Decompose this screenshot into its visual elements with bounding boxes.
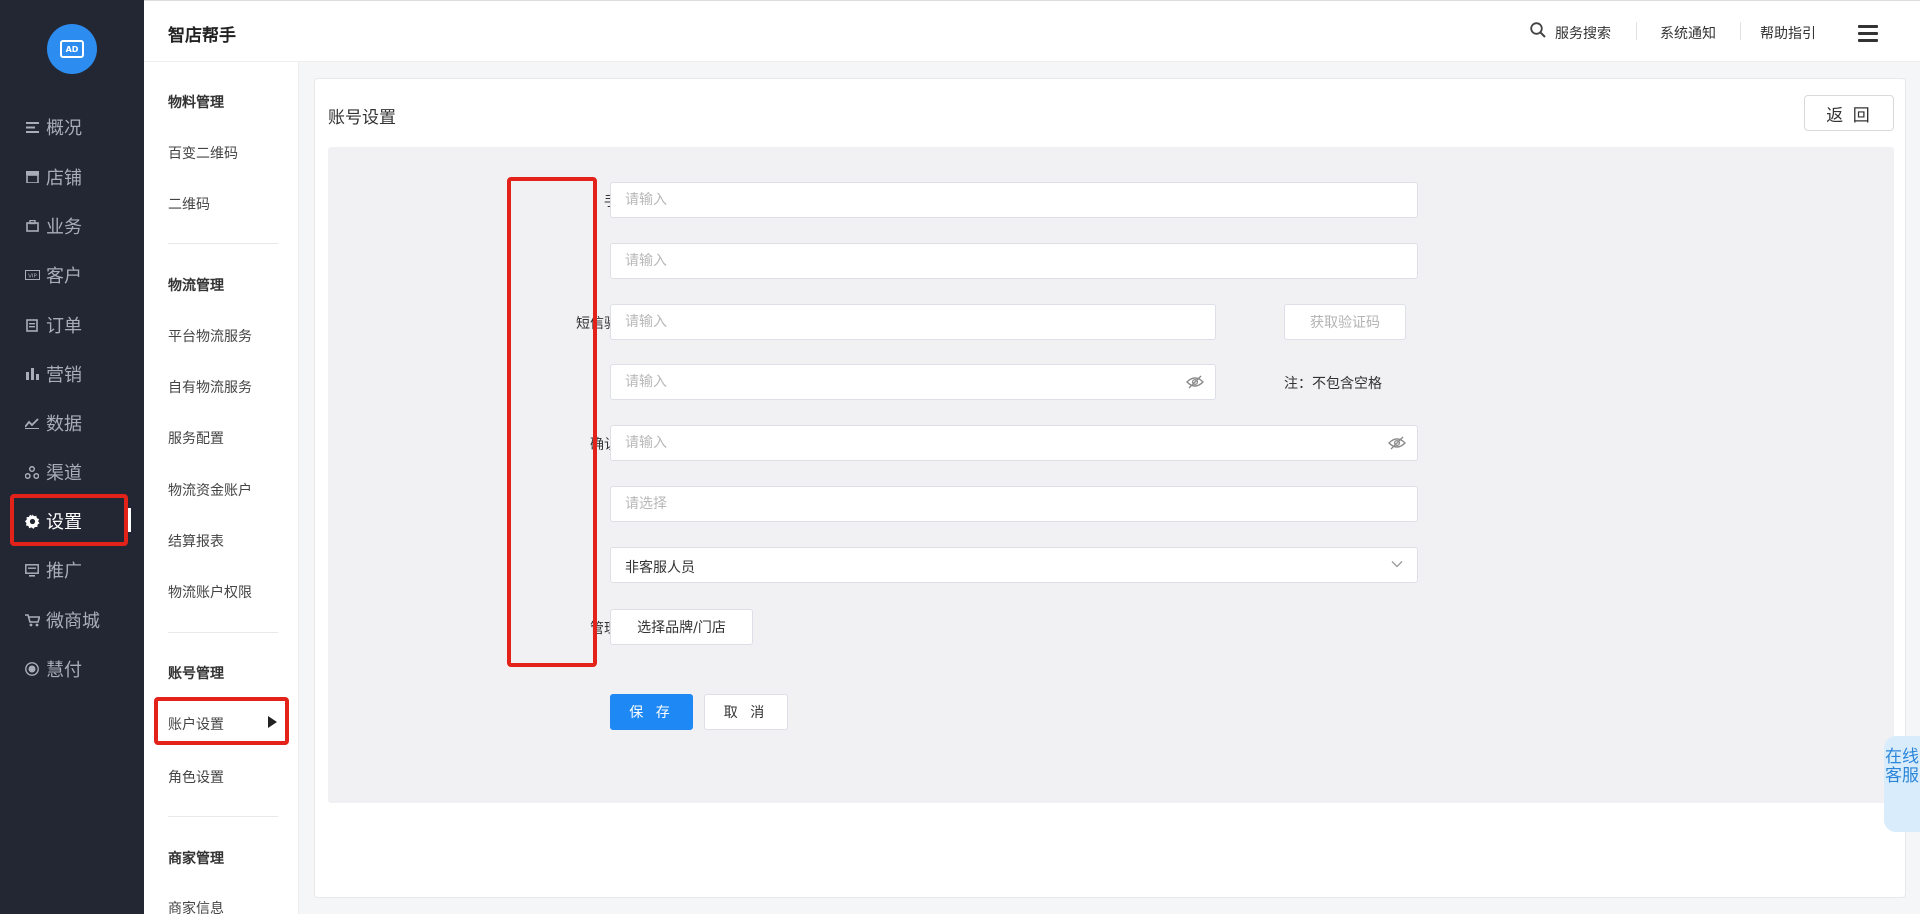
get-code-button[interactable]: 获取验证码 xyxy=(1284,304,1406,340)
system-notice-link[interactable]: 系统通知 xyxy=(1660,23,1716,43)
svg-text:VIP: VIP xyxy=(28,274,37,280)
online-service-tab[interactable]: 在线客服 xyxy=(1884,736,1920,832)
sidebar-item-label: 营销 xyxy=(46,365,82,386)
subnav-group-title: 商家管理 xyxy=(168,851,224,867)
phone-input[interactable] xyxy=(610,182,1418,218)
subnav-item-variable-qrcode[interactable]: 百变二维码 xyxy=(168,143,238,163)
cart-icon xyxy=(24,612,40,628)
subnav-divider xyxy=(168,243,278,244)
bar-chart-icon xyxy=(24,366,40,382)
sidebar-item-data[interactable]: 数据 xyxy=(24,408,82,438)
sidebar-item-customer[interactable]: VIP 客户 xyxy=(24,260,82,290)
subnav-item-merchant-info[interactable]: 商家信息 xyxy=(168,898,224,914)
sidebar-item-business[interactable]: 业务 xyxy=(24,211,82,241)
sidebar-item-mall[interactable]: 微商城 xyxy=(24,605,100,635)
sidebar-item-label: 订单 xyxy=(46,316,82,337)
logo-text: AD xyxy=(65,44,79,54)
subnav-item-platform-logistics[interactable]: 平台物流服务 xyxy=(168,326,252,346)
sidebar-item-label: 店铺 xyxy=(46,168,82,189)
sidebar-item-channel[interactable]: 渠道 xyxy=(24,457,82,487)
header-divider xyxy=(1636,22,1637,40)
customer-service-select[interactable] xyxy=(610,547,1418,583)
subnav-group-title: 物流管理 xyxy=(168,278,224,294)
sidebar-item-label: 客户 xyxy=(46,266,82,287)
briefcase-icon xyxy=(24,218,40,234)
subnav-item-role-settings[interactable]: 角色设置 xyxy=(168,767,224,787)
channel-icon xyxy=(24,464,40,480)
sidebar-item-label: 微商城 xyxy=(46,611,100,632)
subnav-item-account-settings[interactable]: 账户设置 xyxy=(168,714,224,734)
help-guide-link[interactable]: 帮助指引 xyxy=(1760,23,1816,43)
sidebar-item-settings[interactable]: 设置 xyxy=(24,506,82,536)
hamburger-menu-icon[interactable] xyxy=(1858,25,1878,43)
sidebar-item-pay[interactable]: 慧付 xyxy=(24,654,82,684)
content-panel: 账号设置 返 回 手机号 姓名 短信验证码 获取验证码 密码 注：不包含空格 确… xyxy=(314,78,1906,898)
monitor-icon: AD xyxy=(60,40,84,58)
service-search-link[interactable]: 服务搜索 xyxy=(1555,23,1611,43)
app-title: 智店帮手 xyxy=(168,26,236,46)
name-input[interactable] xyxy=(610,243,1418,279)
password-input[interactable] xyxy=(610,364,1216,400)
sidebar-item-overview[interactable]: 概况 xyxy=(24,112,82,142)
subnav-divider xyxy=(168,816,278,817)
back-button[interactable]: 返 回 xyxy=(1804,95,1894,131)
sidebar-item-label: 数据 xyxy=(46,414,82,435)
sms-code-input[interactable] xyxy=(610,304,1216,340)
pay-icon xyxy=(24,661,40,677)
store-icon xyxy=(24,169,40,185)
subnav-item-own-logistics[interactable]: 自有物流服务 xyxy=(168,377,252,397)
password-note: 注：不包含空格 xyxy=(1284,376,1382,392)
header-divider xyxy=(1740,22,1741,40)
page-title: 账号设置 xyxy=(328,108,396,128)
customer-service-value: 非客服人员 xyxy=(625,560,695,576)
sidebar-item-order[interactable]: 订单 xyxy=(24,310,82,340)
trend-icon xyxy=(24,415,40,431)
subnav-item-logistics-permission[interactable]: 物流账户权限 xyxy=(168,582,252,602)
promo-icon xyxy=(24,562,40,578)
active-indicator xyxy=(127,508,131,532)
sidebar-item-label: 概况 xyxy=(46,118,82,139)
sidebar-item-store[interactable]: 店铺 xyxy=(24,162,82,192)
role-select[interactable] xyxy=(610,486,1418,522)
logo: AD xyxy=(47,24,97,74)
sidebar-item-marketing[interactable]: 营销 xyxy=(24,359,82,389)
caret-right-icon xyxy=(268,716,277,728)
app-root: AD 概况 店铺 业务 VIP 客户 订单 营销 数据 渠道 设置 推广 微商城… xyxy=(0,0,1920,914)
select-brand-store-button[interactable]: 选择品牌/门店 xyxy=(610,609,753,645)
vip-icon: VIP xyxy=(24,267,40,283)
subnav-group-title: 账号管理 xyxy=(168,666,224,682)
sub-sidebar: 物料管理 百变二维码 二维码 物流管理 平台物流服务 自有物流服务 服务配置 物… xyxy=(144,0,299,914)
subnav-item-qrcode[interactable]: 二维码 xyxy=(168,194,210,214)
subnav-item-settlement-report[interactable]: 结算报表 xyxy=(168,531,224,551)
save-button[interactable]: 保 存 xyxy=(610,694,693,730)
cancel-button[interactable]: 取 消 xyxy=(704,694,788,730)
confirm-password-input[interactable] xyxy=(610,425,1418,461)
top-header: 智店帮手 服务搜索 系统通知 帮助指引 xyxy=(144,0,1920,62)
subnav-group-title: 物料管理 xyxy=(168,95,224,111)
sidebar-item-label: 推广 xyxy=(46,561,82,582)
subnav-item-logistics-account[interactable]: 物流资金账户 xyxy=(168,480,252,500)
list-icon xyxy=(24,119,40,135)
search-icon[interactable] xyxy=(1530,22,1546,38)
order-icon xyxy=(24,317,40,333)
subnav-item-service-config[interactable]: 服务配置 xyxy=(168,428,224,448)
gear-icon xyxy=(24,513,40,529)
subnav-divider xyxy=(168,632,278,633)
account-form: 手机号 姓名 短信验证码 获取验证码 密码 注：不包含空格 确认密码 角色 客服 xyxy=(328,147,1894,803)
sidebar-item-label: 渠道 xyxy=(46,463,82,484)
chevron-down-icon xyxy=(1391,561,1403,568)
sidebar-item-label: 慧付 xyxy=(46,660,82,681)
sidebar-item-promotion[interactable]: 推广 xyxy=(24,555,82,585)
eye-off-icon[interactable] xyxy=(1388,436,1406,450)
main-sidebar: AD 概况 店铺 业务 VIP 客户 订单 营销 数据 渠道 设置 推广 微商城… xyxy=(0,0,144,914)
sidebar-item-label: 设置 xyxy=(46,512,82,533)
sidebar-item-label: 业务 xyxy=(46,217,82,238)
eye-off-icon[interactable] xyxy=(1186,375,1204,389)
